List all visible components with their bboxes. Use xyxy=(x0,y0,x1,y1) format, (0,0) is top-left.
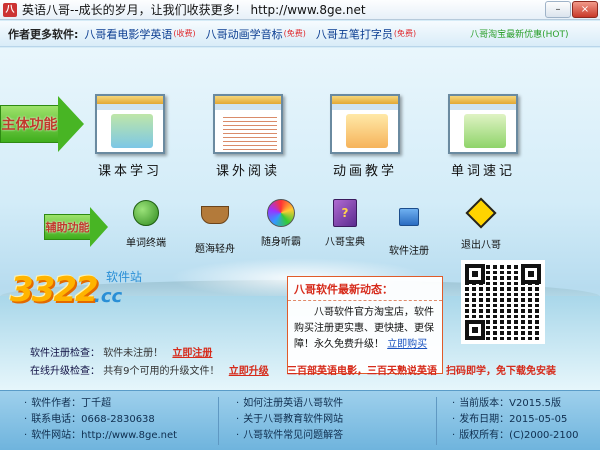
boat-icon[interactable] xyxy=(199,206,231,236)
link-wubi-typing[interactable]: 八哥五笔打字员 xyxy=(316,26,393,42)
footer-website[interactable]: 软件网站：http://www.8ge.net xyxy=(24,428,177,444)
reading-thumbnail-icon[interactable] xyxy=(213,94,283,154)
title-bar: 八 英语八哥--成长的岁月，让我们收获更多！ http://www.8ge.ne… xyxy=(0,0,600,20)
footer-about-site[interactable]: 关于八哥教育软件网站 xyxy=(236,412,343,428)
link-wubi-typing-tag: (免费) xyxy=(393,29,417,38)
main-features-arrow: 主体功能 xyxy=(0,96,84,152)
watermark-logo: 3322 软件站 .cc xyxy=(6,256,156,316)
book-glyph: ? xyxy=(333,199,357,227)
main-panel: 主体功能 课本学习 课外阅读 动画教学 单词速记 辅助功能 单词终端 题海轻舟 xyxy=(0,48,600,390)
link-movie-english-tag: (收费) xyxy=(173,29,196,38)
aux-features-arrow: 辅助功能 xyxy=(44,207,108,247)
register-status: 软件注册检查： 软件未注册！ 立即注册 xyxy=(30,344,212,359)
window-title: 英语八哥--成长的岁月，让我们收获更多！ http://www.8ge.net xyxy=(22,3,366,17)
tool-dictionary[interactable]: ? 八哥宝典 xyxy=(314,198,376,248)
arrow-head-icon xyxy=(58,96,84,152)
feature-animation-label[interactable]: 动画教学 xyxy=(320,160,410,179)
more-software-bar: 作者更多软件: 八哥看电影学英语 (收费) 八哥动画学音标 (免费) 八哥五笔打… xyxy=(0,21,600,47)
tool-register-label[interactable]: 软件注册 xyxy=(378,242,440,257)
feature-animation[interactable]: 动画教学 xyxy=(320,94,410,179)
footer: 软件作者：丁千超 联系电话：0668-2830638 软件网站：http://w… xyxy=(0,390,600,450)
aux-features-label: 辅助功能 xyxy=(44,214,90,240)
register-status-key: 软件注册检查： xyxy=(30,348,100,359)
link-phonetics[interactable]: 八哥动画学音标 xyxy=(206,26,283,42)
link-phonetics-tag: (免费) xyxy=(283,29,306,38)
promo-movies-link[interactable]: 三百部英语电影，三百天熟说英语 xyxy=(287,362,437,377)
qr-code xyxy=(461,260,545,344)
feature-reading-label[interactable]: 课外阅读 xyxy=(203,160,293,179)
arrow-head-icon xyxy=(90,207,108,247)
footer-faq[interactable]: 八哥软件常见问题解答 xyxy=(236,428,343,444)
tool-register[interactable]: 软件注册 xyxy=(378,198,440,257)
logo-suffix: .cc xyxy=(94,286,123,307)
tool-walkman-label[interactable]: 随身听霸 xyxy=(250,233,312,248)
footer-how-to-register[interactable]: 如何注册英语八哥软件 xyxy=(236,396,343,412)
more-software-label: 作者更多软件: xyxy=(8,27,79,41)
footer-release-date: 发布日期：2015-05-05 xyxy=(452,412,578,428)
news-body: 八哥软件官方淘宝店，软件购买注册更实惠、更快捷、更保障！永久免费升级！ 立即购买 xyxy=(288,301,442,357)
register-now-link[interactable]: 立即注册 xyxy=(172,348,212,359)
window-controls: – × xyxy=(545,1,598,18)
tool-dictionary-label[interactable]: 八哥宝典 xyxy=(314,233,376,248)
feature-textbook[interactable]: 课本学习 xyxy=(85,94,175,179)
tool-walkman[interactable]: 随身听霸 xyxy=(250,198,312,248)
lock-icon[interactable] xyxy=(393,208,425,238)
news-title: 八哥软件最新动态： xyxy=(288,277,442,301)
buy-now-link[interactable]: 立即购买 xyxy=(387,339,427,350)
tool-exit[interactable]: 退出八哥 xyxy=(450,197,512,251)
upgrade-status: 在线升级检查： 共有9个可用的升级文件！ 立即升级 xyxy=(30,362,269,377)
vocab-thumbnail-icon[interactable] xyxy=(448,94,518,154)
cd-icon[interactable] xyxy=(265,199,297,229)
book-icon[interactable]: ? xyxy=(329,199,361,229)
logo-sub: 软件站 xyxy=(106,270,143,284)
textbook-thumbnail-icon[interactable] xyxy=(95,94,165,154)
promo-scan-link[interactable]: 扫码即学，免下载免安装 xyxy=(446,362,556,377)
tool-word-terminal-label[interactable]: 单词终端 xyxy=(115,234,177,249)
tool-exit-label[interactable]: 退出八哥 xyxy=(450,236,512,251)
tool-question-boat-label[interactable]: 题海轻舟 xyxy=(184,240,246,255)
feature-textbook-label[interactable]: 课本学习 xyxy=(85,160,175,179)
link-taobao-hot[interactable]: 八哥淘宝最新优惠(HOT) xyxy=(470,27,568,40)
upgrade-status-key: 在线升级检查： xyxy=(30,366,100,377)
green-bug-icon[interactable] xyxy=(130,200,162,230)
exit-sign-icon[interactable] xyxy=(465,197,497,232)
footer-phone: 联系电话：0668-2830638 xyxy=(24,412,177,428)
footer-help-links: 如何注册英语八哥软件 关于八哥教育软件网站 八哥软件常见问题解答 xyxy=(236,396,343,444)
link-movie-english[interactable]: 八哥看电影学英语 xyxy=(84,26,172,42)
tool-word-terminal[interactable]: 单词终端 xyxy=(115,198,177,249)
footer-version-info: 当前版本：V2015.5版 发布日期：2015-05-05 版权所有：(C)20… xyxy=(452,396,578,444)
logo-number: 3322 xyxy=(10,270,99,310)
footer-author-info: 软件作者：丁千超 联系电话：0668-2830638 软件网站：http://w… xyxy=(24,396,177,444)
upgrade-now-link[interactable]: 立即升级 xyxy=(229,366,269,377)
feature-vocab[interactable]: 单词速记 xyxy=(438,94,528,179)
feature-reading[interactable]: 课外阅读 xyxy=(203,94,293,179)
footer-author: 软件作者：丁千超 xyxy=(24,396,177,412)
footer-version: 当前版本：V2015.5版 xyxy=(452,396,578,412)
animation-thumbnail-icon[interactable] xyxy=(330,94,400,154)
main-features-label: 主体功能 xyxy=(0,105,58,143)
footer-copyright: 版权所有：(C)2000-2100 xyxy=(452,428,578,444)
feature-vocab-label[interactable]: 单词速记 xyxy=(438,160,528,179)
tool-question-boat[interactable]: 题海轻舟 xyxy=(184,198,246,255)
news-box: 八哥软件最新动态： 八哥软件官方淘宝店，软件购买注册更实惠、更快捷、更保障！永久… xyxy=(287,276,443,374)
close-button[interactable]: × xyxy=(572,1,598,18)
footer-divider xyxy=(436,397,437,445)
upgrade-status-value: 共有9个可用的升级文件！ xyxy=(103,366,220,377)
app-icon: 八 xyxy=(3,2,17,17)
register-status-value: 软件未注册！ xyxy=(103,348,164,359)
footer-divider xyxy=(218,397,219,445)
minimize-button[interactable]: – xyxy=(545,1,571,18)
